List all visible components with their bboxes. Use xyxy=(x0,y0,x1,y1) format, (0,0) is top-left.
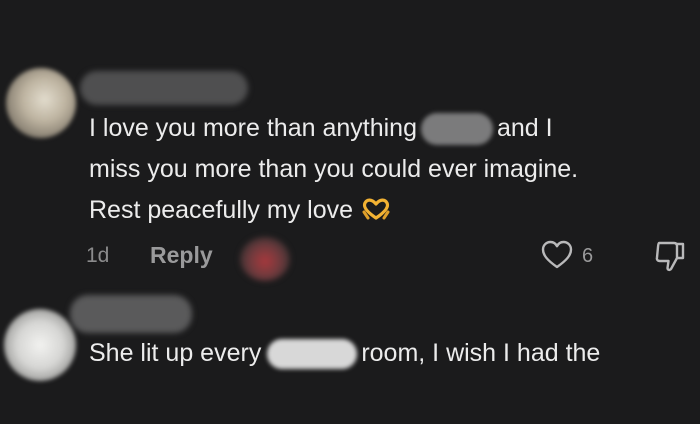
comment-line-2: miss you more than you could ever imagin… xyxy=(89,155,579,183)
heart-outline-icon[interactable] xyxy=(540,239,574,271)
comment-line-1: I love you more than anything and I xyxy=(89,108,578,149)
username-redacted[interactable] xyxy=(80,71,248,105)
username-redacted[interactable] xyxy=(70,295,192,333)
like-count: 6 xyxy=(582,245,594,267)
thumbs-down-icon[interactable] xyxy=(652,239,686,273)
comment-text: I love you more than anything xyxy=(89,114,417,142)
comment-line-1: She lit up every room, I wish I had the xyxy=(89,333,600,374)
comment-item: She lit up every room, I wish I had the xyxy=(0,285,700,424)
comment-actions: 1d Reply 6 xyxy=(0,232,700,282)
avatar[interactable] xyxy=(4,309,76,381)
comment-item: I love you more than anything and I miss … xyxy=(0,0,700,290)
avatar[interactable] xyxy=(6,68,76,138)
reply-button[interactable]: Reply xyxy=(150,242,213,269)
redacted-name xyxy=(267,339,358,370)
redacted-name xyxy=(420,113,493,146)
reply-avatar[interactable] xyxy=(240,237,290,281)
comment-text: Rest peacefully my love xyxy=(89,196,354,224)
comment-body: I love you more than anything and I miss … xyxy=(89,108,578,231)
comment-timestamp: 1d xyxy=(86,244,110,267)
heart-hands-emoji-icon xyxy=(362,198,390,220)
comment-thread: I love you more than anything and I miss … xyxy=(0,0,700,424)
comment-text: room, I wish I had the xyxy=(361,339,601,367)
comment-text: She lit up every xyxy=(89,339,262,367)
comment-body: She lit up every room, I wish I had the xyxy=(89,333,600,374)
comment-text: and I xyxy=(496,114,553,142)
comment-line-3: Rest peacefully my love xyxy=(89,190,578,231)
